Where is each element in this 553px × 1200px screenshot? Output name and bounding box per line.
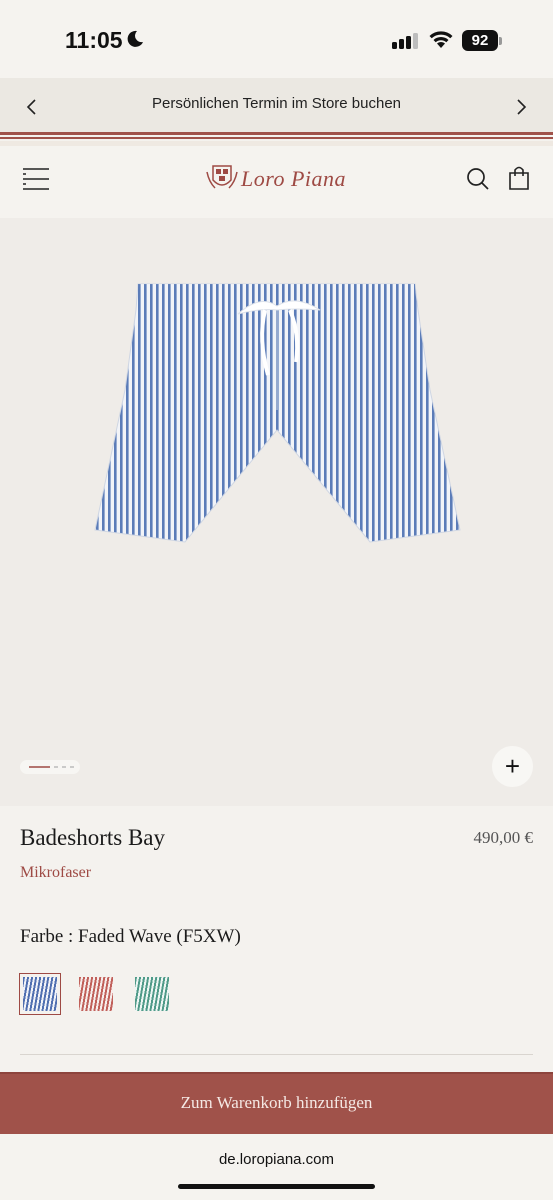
menu-icon[interactable]	[23, 167, 49, 196]
gallery-pagination[interactable]	[20, 760, 80, 774]
divider	[20, 1054, 533, 1055]
brand-stripe	[0, 132, 553, 135]
search-icon[interactable]	[466, 167, 490, 196]
brand-logo[interactable]: Loro Piana	[241, 166, 346, 192]
wifi-icon	[428, 30, 454, 55]
swatch-green-stripe[interactable]	[132, 974, 172, 1014]
logo-crest-icon[interactable]	[205, 162, 239, 199]
chevron-right-icon[interactable]	[514, 98, 528, 121]
url-text[interactable]: de.loropiana.com	[0, 1151, 553, 1168]
add-to-cart-button[interactable]: Zum Warenkorb hinzufügen	[0, 1072, 553, 1134]
signal-icon	[392, 32, 420, 55]
moon-icon	[126, 30, 144, 53]
battery-icon: 92	[462, 30, 498, 51]
battery-tip	[499, 37, 502, 45]
color-label: Farbe : Faded Wave (F5XW)	[20, 926, 241, 947]
brand-stripe	[0, 137, 553, 139]
swatch-blue-stripe[interactable]	[19, 973, 61, 1015]
swatch-red-stripe[interactable]	[76, 974, 116, 1014]
product-image[interactable]	[90, 280, 465, 565]
product-title: Badeshorts Bay	[20, 825, 166, 850]
home-indicator[interactable]	[178, 1184, 375, 1189]
product-material: Mikrofaser	[20, 864, 92, 881]
zoom-button[interactable]: +	[492, 746, 533, 787]
product-price: 490,00 €	[473, 828, 534, 847]
status-time: 11:05	[65, 27, 123, 53]
promo-text[interactable]: Persönlichen Termin im Store buchen	[0, 95, 553, 112]
cart-button-edge	[0, 1072, 553, 1074]
shopping-bag-icon[interactable]	[507, 165, 531, 196]
